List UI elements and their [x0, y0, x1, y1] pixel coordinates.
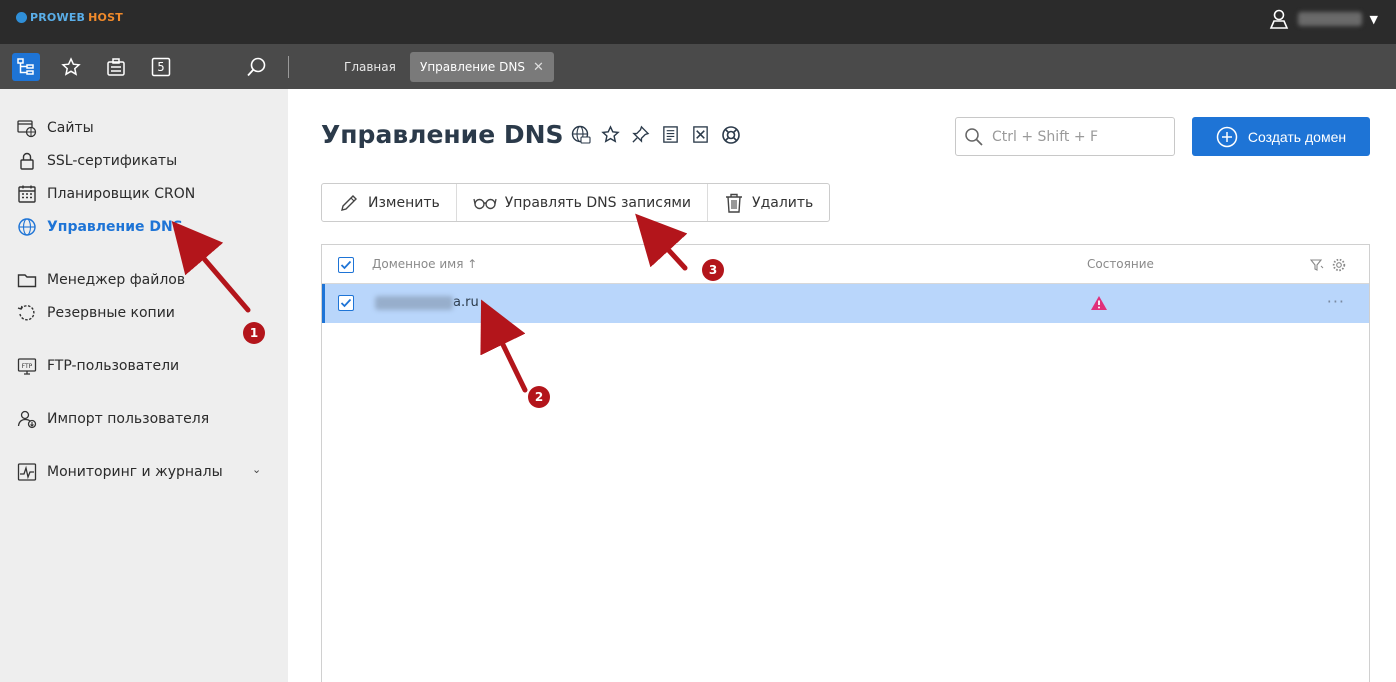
user-import-icon — [17, 409, 37, 429]
sidebar-item-monitoring[interactable]: Мониторинг и журналы — [17, 461, 223, 483]
annotation-badge-3: 3 — [702, 259, 724, 281]
five-icon-label: 5 — [157, 60, 165, 74]
pin-icon[interactable] — [630, 124, 651, 145]
column-header-state[interactable]: Состояние — [1087, 257, 1154, 271]
select-all-checkbox[interactable] — [338, 257, 354, 273]
search-icon — [965, 127, 983, 146]
row-checkbox[interactable] — [338, 295, 354, 311]
tab-home[interactable]: Главная — [334, 52, 406, 82]
folder-icon — [17, 270, 37, 290]
trash-icon — [726, 193, 743, 213]
dns-globe-icon[interactable] — [570, 124, 591, 145]
search-box[interactable] — [955, 117, 1175, 156]
sidebar-item-label: Импорт пользователя — [47, 411, 210, 427]
sidebar-item-label: Управление DNS — [47, 219, 183, 235]
monitor-icon — [17, 462, 37, 482]
column-domain-label: Доменное имя — [372, 257, 464, 271]
domain-name-blurred — [375, 295, 453, 310]
sidebar-item-files[interactable]: Менеджер файлов — [17, 269, 185, 291]
close-icon[interactable]: ✕ — [533, 60, 544, 75]
clipboard-icon[interactable] — [104, 55, 128, 79]
domain-name-suffix: a.ru — [453, 295, 479, 310]
gear-icon[interactable] — [1332, 257, 1346, 276]
sidebar-item-import-user[interactable]: Импорт пользователя — [17, 408, 209, 430]
sidebar-item-label: Менеджер файлов — [47, 272, 186, 288]
plus-circle-icon — [1216, 126, 1238, 147]
row-more-menu-icon[interactable]: ··· — [1327, 292, 1345, 311]
tab-dns[interactable]: Управление DNS ✕ — [410, 52, 554, 82]
column-header-domain[interactable]: Доменное имя ↑ — [372, 257, 477, 271]
sidebar-item-backups[interactable]: Резервные копии — [17, 302, 175, 324]
create-domain-label: Создать домен — [1247, 128, 1347, 145]
five-icon[interactable]: 5 — [149, 55, 173, 79]
tree-icon[interactable] — [12, 53, 40, 81]
sidebar-item-sites[interactable]: Сайты — [17, 117, 94, 139]
toolbar-divider — [288, 56, 289, 78]
warning-icon[interactable] — [1090, 295, 1108, 311]
star-icon[interactable] — [59, 55, 83, 79]
filter-icon[interactable] — [1309, 257, 1324, 276]
chevron-down-icon: ▼ — [1369, 12, 1378, 26]
domain-table: Доменное имя ↑ Состояние a.ru ··· — [321, 244, 1370, 682]
sidebar-item-dns[interactable]: Управление DNS — [17, 216, 183, 238]
ftp-icon: FTP — [17, 356, 37, 376]
edit-button[interactable]: Изменить — [322, 184, 457, 221]
globe-window-icon — [17, 118, 37, 138]
user-location-icon — [1269, 9, 1288, 29]
check-icon — [340, 298, 352, 308]
annotation-badge-1: 1 — [243, 322, 265, 344]
title-icon-bar — [570, 124, 741, 145]
create-domain-button[interactable]: Создать домен — [1192, 117, 1370, 156]
dns-globe-icon — [17, 217, 37, 237]
domain-name-cell[interactable]: a.ru — [375, 295, 479, 310]
glasses-icon — [473, 198, 497, 209]
page-title: Управление DNS — [321, 120, 564, 149]
sidebar-item-label: Мониторинг и журналы — [47, 464, 223, 480]
table-header: Доменное имя ↑ Состояние — [322, 245, 1369, 284]
sidebar: Сайты SSL-сертификаты Планировщик CRON У… — [0, 89, 288, 682]
toolbar: 5 Главная Управление DNS ✕ — [0, 44, 1396, 89]
sidebar-item-label: Планировщик CRON — [47, 186, 196, 202]
logo-text-host: HOST — [88, 11, 123, 24]
sidebar-item-cron[interactable]: Планировщик CRON — [17, 183, 195, 205]
top-bar: PROWEB HOST ▼ — [0, 0, 1396, 44]
sidebar-item-label: Сайты — [47, 120, 94, 136]
manage-dns-records-button[interactable]: Управлять DNS записями — [457, 184, 709, 221]
calendar-icon — [17, 184, 37, 204]
search-input[interactable] — [992, 128, 1162, 145]
sidebar-item-ftp[interactable]: FTP FTP-пользователи — [17, 355, 179, 377]
annotation-badge-2: 2 — [528, 386, 550, 408]
doc-icon[interactable] — [660, 124, 681, 145]
chevron-down-icon[interactable]: ⌄ — [252, 463, 261, 476]
sidebar-item-label: FTP-пользователи — [47, 358, 180, 374]
backup-icon — [17, 303, 37, 323]
search-icon[interactable] — [245, 55, 269, 79]
logo-mark-icon — [16, 12, 27, 23]
column-state-label: Состояние — [1087, 257, 1154, 271]
lock-icon — [17, 151, 37, 171]
sidebar-item-label: SSL-сертификаты — [47, 153, 178, 169]
sort-asc-icon: ↑ — [467, 257, 478, 271]
delete-label: Удалить — [752, 194, 814, 211]
tab-dns-label: Управление DNS — [420, 60, 525, 74]
svg-text:FTP: FTP — [22, 363, 33, 370]
delete-button[interactable]: Удалить — [708, 184, 829, 221]
sidebar-item-label: Резервные копии — [47, 305, 175, 321]
star-icon[interactable] — [600, 124, 621, 145]
action-toolbar: Изменить Управлять DNS записями Удалить — [321, 183, 831, 222]
user-menu[interactable]: ▼ — [1268, 8, 1378, 30]
table-row[interactable]: a.ru ··· — [322, 284, 1369, 323]
logo-text-proweb: PROWEB — [30, 11, 86, 24]
sidebar-item-ssl[interactable]: SSL-сертификаты — [17, 150, 177, 172]
manage-dns-records-label: Управлять DNS записями — [504, 194, 692, 211]
check-icon — [340, 260, 352, 270]
brand-logo[interactable]: PROWEB HOST — [16, 11, 123, 24]
pencil-icon — [341, 194, 357, 211]
tab-home-label: Главная — [344, 60, 396, 74]
flag-doc-icon[interactable] — [690, 124, 711, 145]
lifebuoy-icon[interactable] — [720, 124, 741, 145]
user-name-blurred — [1297, 12, 1362, 26]
edit-label: Изменить — [368, 194, 440, 211]
